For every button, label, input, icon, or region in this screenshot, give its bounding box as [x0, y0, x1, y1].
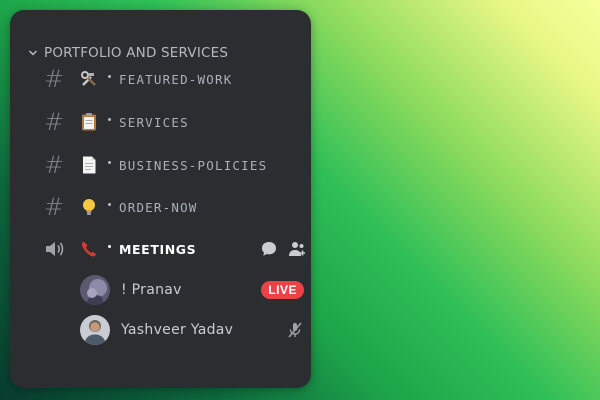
avatar: [80, 275, 110, 305]
text-channel-icon: #: [44, 65, 65, 93]
channel-name: FEATURED-WORK: [119, 71, 233, 87]
chevron-down-icon[interactable]: [28, 48, 38, 58]
channel-list-panel: PORTFOLIO AND SERVICES # FEATURED-WORK #: [10, 10, 311, 388]
channel-name: SERVICES: [119, 114, 189, 130]
separator-dot: [108, 160, 111, 164]
channel-meetings[interactable]: MEETINGS: [44, 234, 306, 264]
channel-name: BUSINESS-POLICIES: [119, 157, 268, 173]
separator-dot: [108, 202, 111, 206]
category-header[interactable]: PORTFOLIO AND SERVICES: [28, 43, 228, 63]
clipboard-icon: [78, 111, 100, 133]
channel-services[interactable]: # SERVICES: [44, 107, 306, 137]
page-facing-up-icon: [78, 154, 100, 176]
light-bulb-icon: [78, 196, 100, 218]
voice-user-yashveer-yadav[interactable]: Yashveer Yadav: [80, 314, 306, 346]
user-name: ! Pranav: [121, 282, 182, 298]
separator-dot: [108, 74, 111, 78]
mic-muted-icon: [286, 321, 304, 339]
separator-dot: [108, 117, 111, 121]
channel-order-now[interactable]: # ORDER-NOW: [44, 192, 306, 222]
text-channel-icon: #: [44, 151, 65, 179]
text-channel-icon: #: [44, 108, 65, 136]
avatar: [80, 315, 110, 345]
channel-name: ORDER-NOW: [119, 199, 198, 215]
live-badge: LIVE: [261, 281, 304, 299]
channel-business-policies[interactable]: # BUSINESS-POLICIES: [44, 150, 306, 180]
telephone-receiver-icon: [78, 238, 100, 260]
speaker-icon: [44, 239, 70, 259]
separator-dot: [108, 244, 111, 248]
text-channel-icon: #: [44, 193, 65, 221]
hammer-and-wrench-icon: [78, 68, 100, 90]
chat-bubble-icon[interactable]: [260, 240, 278, 258]
voice-user-pranav[interactable]: ! Pranav LIVE: [80, 274, 306, 306]
channel-featured-work[interactable]: # FEATURED-WORK: [44, 64, 306, 94]
invite-members-icon[interactable]: [286, 240, 306, 258]
category-title: PORTFOLIO AND SERVICES: [44, 45, 229, 61]
user-name: Yashveer Yadav: [121, 322, 234, 338]
channel-name: MEETINGS: [119, 241, 197, 257]
